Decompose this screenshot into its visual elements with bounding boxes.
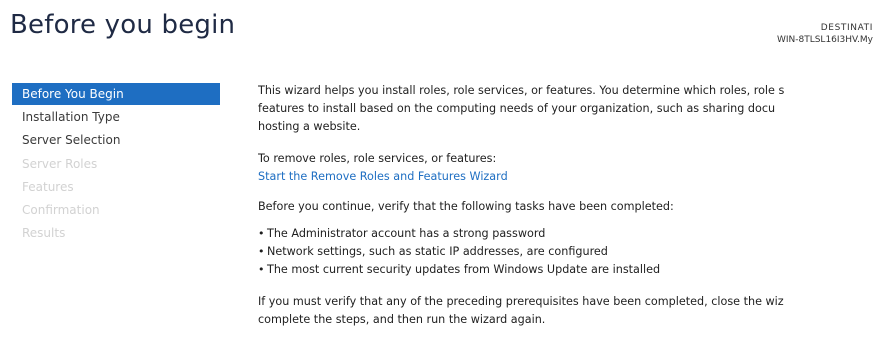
nav-item-features: Features — [22, 179, 74, 194]
nav-item-results: Results — [22, 226, 66, 241]
destination-server-info: DESTINATI WIN-8TLSL16I3HV.My — [713, 22, 873, 46]
closing-paragraph: If you must verify that any of the prece… — [258, 293, 873, 329]
nav-item-server-roles: Server Roles — [22, 156, 98, 171]
intro-paragraph: This wizard helps you install roles, rol… — [258, 82, 873, 136]
intro-line: This wizard helps you install roles, rol… — [258, 84, 785, 97]
list-item: • Network settings, such as static IP add… — [258, 243, 873, 261]
page-title: Before you begin — [10, 10, 236, 40]
bullet-icon: • — [258, 263, 265, 276]
wizard-content: This wizard helps you install roles, rol… — [258, 82, 873, 329]
bullet-icon: • — [258, 245, 265, 258]
closing-line: complete the steps, and then run the wiz… — [258, 313, 546, 326]
bullet-icon: • — [258, 227, 265, 240]
closing-line: If you must verify that any of the prece… — [258, 295, 784, 308]
intro-line: hosting a website. — [258, 120, 361, 133]
destination-label: DESTINATI — [820, 23, 873, 33]
verify-instructions: Before you continue, verify that the fol… — [258, 200, 674, 213]
task-text: The most current security updates from W… — [267, 263, 661, 276]
remove-roles-label: To remove roles, role services, or featu… — [258, 152, 497, 165]
destination-server-name: WIN-8TLSL16I3HV.My — [776, 35, 873, 45]
remove-roles-wizard-link[interactable]: Start the Remove Roles and Features Wiza… — [258, 168, 873, 186]
nav-item-server-selection[interactable]: Server Selection — [12, 129, 220, 151]
remove-roles-section: To remove roles, role services, or featu… — [258, 150, 873, 186]
list-item: • The most current security updates from … — [258, 261, 873, 279]
intro-line: features to install based on the computi… — [258, 102, 776, 115]
wizard-step-nav: Before You Begin Installation Type Serve… — [12, 83, 220, 245]
task-text: Network settings, such as static IP addr… — [267, 245, 608, 258]
prerequisite-task-list: • The Administrator account has a strong … — [258, 225, 873, 279]
nav-item-before-you-begin[interactable]: Before You Begin — [12, 83, 220, 105]
list-item: • The Administrator account has a strong … — [258, 225, 873, 243]
nav-item-confirmation: Confirmation — [22, 202, 100, 217]
nav-item-installation-type[interactable]: Installation Type — [12, 106, 220, 128]
task-text: The Administrator account has a strong p… — [267, 227, 546, 240]
